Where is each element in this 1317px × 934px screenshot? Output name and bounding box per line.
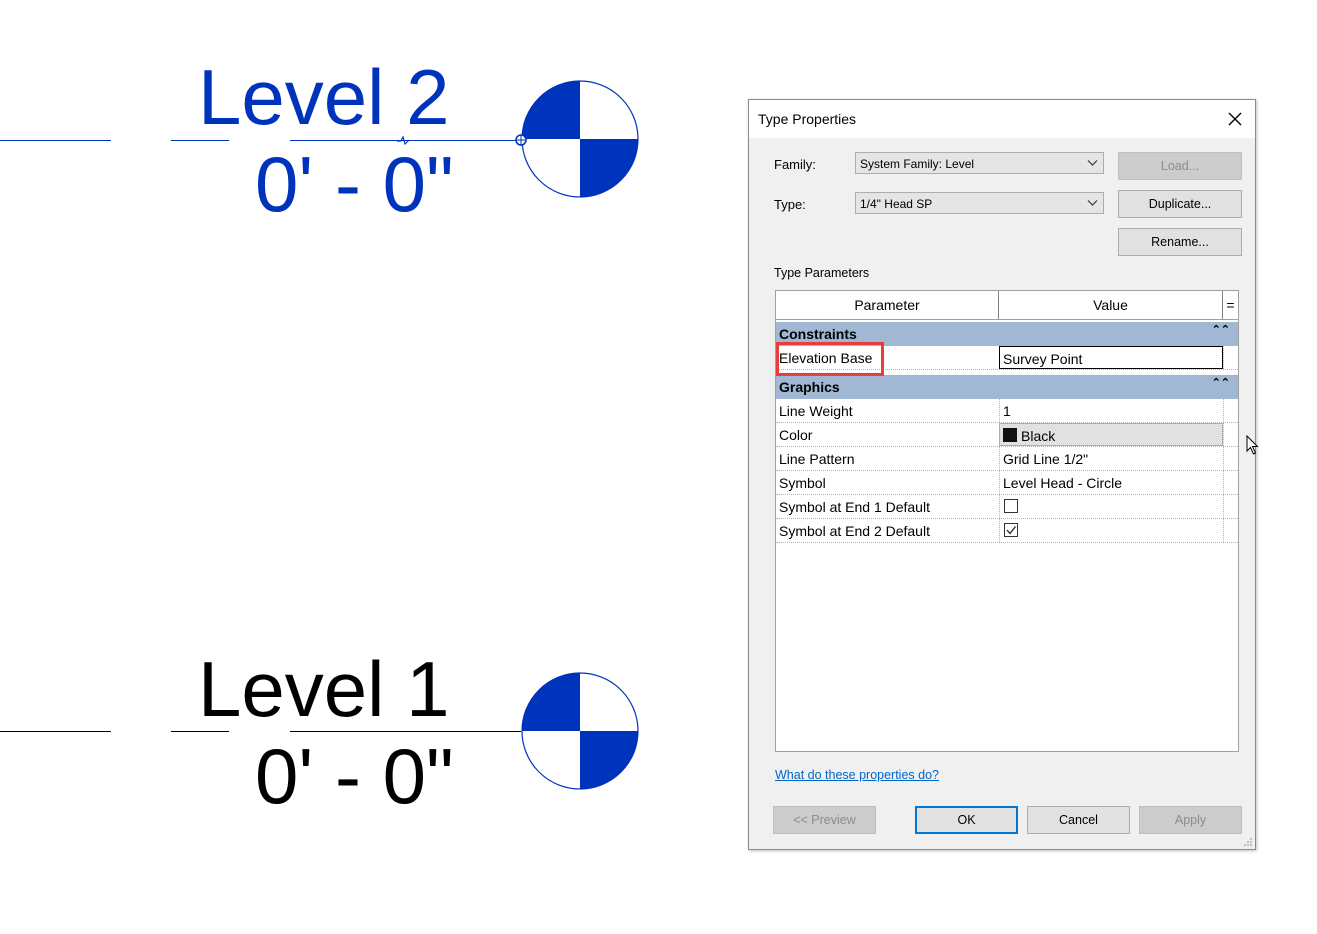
- resize-grip-icon[interactable]: [1243, 837, 1253, 847]
- parameter-value: 1: [1003, 403, 1011, 419]
- cancel-button[interactable]: Cancel: [1027, 806, 1130, 834]
- type-dropdown[interactable]: 1/4" Head SP: [855, 192, 1104, 214]
- category-label: Graphics: [779, 379, 840, 395]
- symbol-value-field[interactable]: Level Head - Circle: [999, 471, 1223, 494]
- close-icon: [1228, 112, 1242, 126]
- symbol-end-1-checkbox[interactable]: [1004, 499, 1018, 513]
- category-graphics[interactable]: Graphics ⌃⌃: [776, 375, 1238, 399]
- symbol-end-1-value-cell: [999, 495, 1223, 518]
- drawing-canvas[interactable]: Level 2 0' - 0" Level 1 0' - 0": [0, 0, 740, 934]
- row-elevation-base[interactable]: Elevation Base Survey Point: [776, 346, 1238, 370]
- type-dropdown-value: 1/4" Head SP: [860, 197, 933, 211]
- row-symbol-end-1[interactable]: Symbol at End 1 Default: [776, 495, 1238, 519]
- dialog-titlebar[interactable]: Type Properties: [749, 100, 1255, 138]
- family-label: Family:: [774, 157, 816, 172]
- parameter-name: Symbol at End 2 Default: [779, 523, 930, 539]
- parameter-name: Symbol at End 1 Default: [779, 499, 930, 515]
- row-line-pattern[interactable]: Line Pattern Grid Line 1/2": [776, 447, 1238, 471]
- parameter-name: Line Pattern: [779, 451, 855, 467]
- collapse-icon[interactable]: ⌃⌃: [1212, 323, 1230, 336]
- row-end-cell: [1223, 495, 1238, 518]
- row-end-cell: [1223, 471, 1238, 494]
- type-label: Type:: [774, 197, 806, 212]
- parameter-name: Color: [779, 427, 813, 443]
- type-parameters-grid[interactable]: Parameter Value = Constraints ⌃⌃ Elevati…: [775, 290, 1239, 752]
- level-1-elevation[interactable]: 0' - 0": [255, 737, 454, 815]
- category-constraints[interactable]: Constraints ⌃⌃: [776, 322, 1238, 346]
- row-end-cell: [1223, 519, 1238, 542]
- parameter-name: Line Weight: [779, 403, 853, 419]
- chevron-down-icon: [1087, 160, 1098, 166]
- color-value-button[interactable]: Black: [999, 423, 1223, 446]
- type-parameters-label: Type Parameters: [774, 266, 870, 280]
- parameter-value: Survey Point: [1003, 351, 1083, 367]
- family-dropdown[interactable]: System Family: Level: [855, 152, 1104, 174]
- row-color[interactable]: Color Black: [776, 423, 1238, 447]
- preview-button[interactable]: << Preview: [773, 806, 876, 834]
- collapse-icon[interactable]: ⌃⌃: [1212, 376, 1230, 389]
- help-link[interactable]: What do these properties do?: [775, 768, 939, 782]
- column-header-value[interactable]: Value: [999, 291, 1223, 319]
- row-end-cell: [1223, 346, 1238, 369]
- ok-button[interactable]: OK: [915, 806, 1018, 834]
- row-symbol[interactable]: Symbol Level Head - Circle: [776, 471, 1238, 495]
- symbol-end-2-value-cell: [999, 519, 1223, 542]
- type-properties-dialog: Type Properties Family: System Family: L…: [748, 99, 1256, 850]
- parameter-value: Level Head - Circle: [1003, 475, 1123, 491]
- row-end-cell: [1223, 447, 1238, 470]
- level-2-line-left[interactable]: [0, 140, 111, 141]
- row-symbol-end-2[interactable]: Symbol at End 2 Default: [776, 519, 1238, 543]
- level-1-line-left[interactable]: [0, 731, 111, 732]
- rename-button[interactable]: Rename...: [1118, 228, 1242, 256]
- level-1-name[interactable]: Level 1: [198, 650, 450, 728]
- parameter-name: Elevation Base: [779, 350, 873, 366]
- row-end-cell: [1223, 399, 1238, 422]
- load-button[interactable]: Load...: [1118, 152, 1242, 180]
- row-end-cell: [1223, 423, 1238, 446]
- dialog-title: Type Properties: [758, 111, 857, 127]
- mouse-cursor-icon: [1246, 435, 1259, 455]
- close-button[interactable]: [1221, 106, 1249, 132]
- duplicate-button[interactable]: Duplicate...: [1118, 190, 1242, 218]
- category-label: Constraints: [779, 326, 857, 342]
- apply-button[interactable]: Apply: [1139, 806, 1242, 834]
- level-2-elevation[interactable]: 0' - 0": [255, 145, 454, 223]
- level-1-head-symbol[interactable]: [512, 671, 642, 793]
- elevation-base-value-field[interactable]: Survey Point: [999, 346, 1223, 369]
- color-swatch: [1003, 428, 1017, 442]
- symbol-end-2-checkbox[interactable]: [1004, 523, 1018, 537]
- parameter-value: Black: [1021, 428, 1056, 444]
- column-header-equals[interactable]: =: [1223, 291, 1238, 319]
- level-2-head-symbol[interactable]: [512, 79, 642, 201]
- line-pattern-value-field[interactable]: Grid Line 1/2": [999, 447, 1223, 470]
- parameter-name: Symbol: [779, 475, 826, 491]
- row-line-weight[interactable]: Line Weight 1: [776, 399, 1238, 423]
- checkmark-icon: [1006, 526, 1017, 535]
- parameter-value: Grid Line 1/2": [1003, 451, 1089, 467]
- line-weight-value-field[interactable]: 1: [999, 399, 1223, 422]
- level-2-name[interactable]: Level 2: [198, 58, 450, 136]
- grid-header: Parameter Value =: [776, 291, 1238, 320]
- column-header-parameter[interactable]: Parameter: [776, 291, 999, 319]
- chevron-down-icon: [1087, 200, 1098, 206]
- family-dropdown-value: System Family: Level: [860, 157, 975, 171]
